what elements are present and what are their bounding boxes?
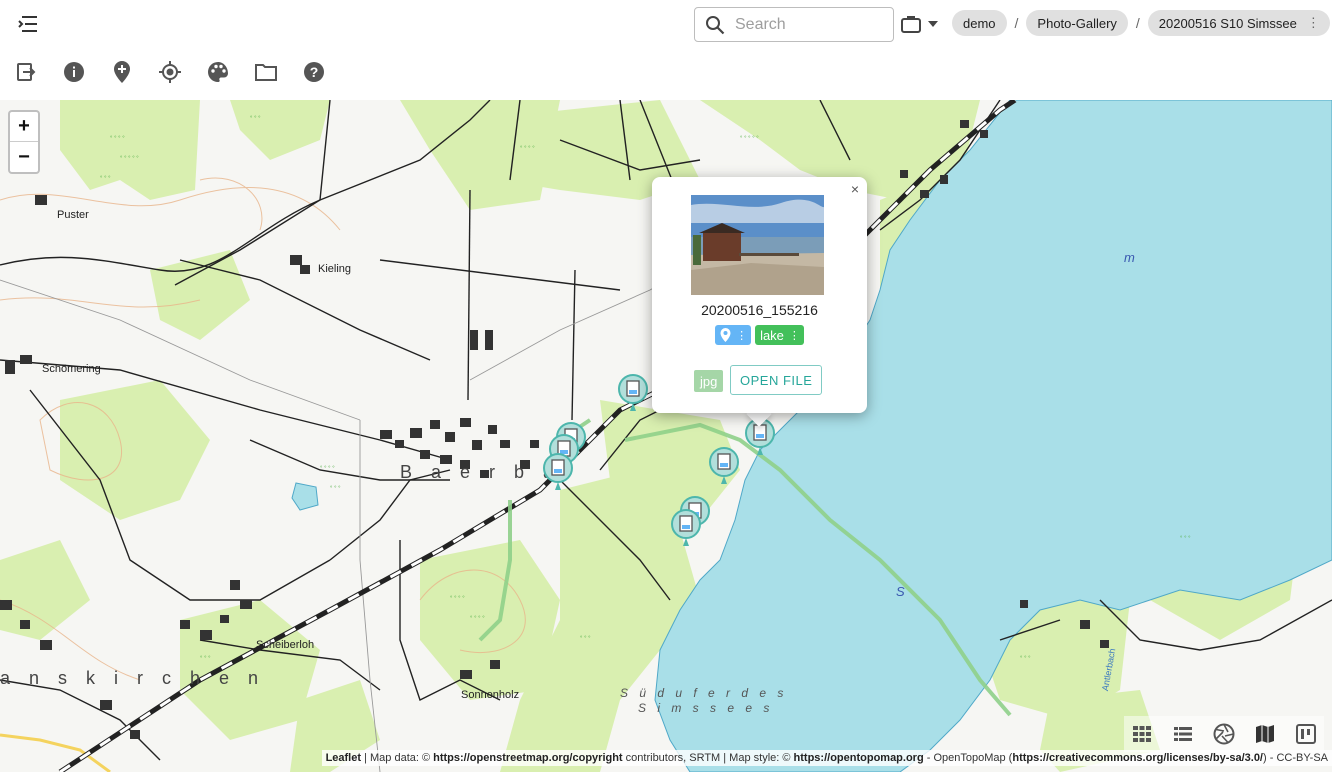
svg-text:° ° ° °: ° ° ° °	[520, 146, 535, 152]
svg-text:?: ?	[310, 64, 319, 80]
breadcrumb-current-label: 20200516 S10 Simssee	[1158, 15, 1297, 31]
breadcrumb-current[interactable]: 20200516 S10 Simssee ⋮	[1147, 10, 1330, 36]
photo-marker[interactable]	[671, 509, 701, 547]
place-label-kieling: Kieling	[318, 263, 352, 275]
svg-text:° ° ° °: ° ° ° °	[320, 466, 335, 472]
leaflet-link[interactable]: Leaflet	[326, 752, 361, 764]
town-label-prien: a n s k i r c h e n	[0, 668, 266, 688]
top-bar: demo / Photo-Gallery / 20200516 S10 Sims…	[0, 0, 1332, 100]
more-vert-icon[interactable]: ⋮	[1307, 15, 1320, 31]
breadcrumb-separator: /	[1014, 15, 1019, 31]
place-label-sonnenholz: Sonnenholz	[461, 689, 520, 701]
view-switcher	[1124, 716, 1324, 752]
file-extension-badge: jpg	[694, 370, 724, 392]
zoom-in-button[interactable]: +	[10, 112, 38, 142]
caret-down-icon	[928, 21, 938, 27]
area-label-south-shore: S ü d u f e r d e s	[620, 686, 788, 700]
search-box[interactable]	[694, 7, 894, 42]
list-view-icon[interactable]	[1171, 722, 1195, 746]
place-label-schomering: Schömering	[42, 363, 101, 375]
svg-text:° ° °: ° ° °	[250, 116, 261, 122]
breadcrumb-photo-gallery[interactable]: Photo-Gallery	[1026, 10, 1128, 36]
map-view-icon[interactable]	[1253, 722, 1277, 746]
location-pin-icon	[720, 328, 731, 342]
osm-link[interactable]: https://openstreetmap.org/copyright	[433, 752, 622, 764]
map-attribution: Leaflet | Map data: © https://openstreet…	[321, 750, 1332, 766]
camera-aperture-icon[interactable]	[1212, 722, 1236, 746]
open-file-button[interactable]: OPEN FILE	[730, 365, 823, 395]
svg-text:° ° ° °: ° ° ° °	[450, 596, 465, 602]
svg-text:° ° °: ° ° °	[1180, 536, 1191, 542]
opentopomap-link[interactable]: https://opentopomap.org	[794, 752, 924, 764]
photo-thumbnail[interactable]	[691, 195, 824, 295]
my-location-icon[interactable]	[158, 60, 182, 84]
workspace-selector[interactable]	[900, 12, 938, 36]
photo-marker[interactable]	[709, 447, 739, 485]
lake-label-m: m	[1124, 250, 1135, 265]
attribution-text: - OpenTopoMap (	[923, 752, 1013, 764]
add-location-icon[interactable]	[110, 60, 134, 84]
briefcase-icon	[901, 16, 921, 33]
svg-text:° ° ° °: ° ° ° °	[110, 136, 125, 142]
menu-collapse-icon[interactable]	[14, 10, 42, 38]
breadcrumb: demo / Photo-Gallery / 20200516 S10 Sims…	[952, 10, 1330, 36]
photo-marker[interactable]	[618, 374, 648, 412]
palette-icon[interactable]	[206, 60, 230, 84]
tag-more-icon[interactable]: ⋮	[789, 329, 800, 342]
toolbar: ?	[14, 60, 350, 84]
place-label-scheiberloh: Scheiberloh	[256, 639, 315, 651]
tag-list: ⋮ lake ⋮	[652, 325, 867, 345]
attribution-text: ) - CC-BY-SA	[1263, 752, 1328, 764]
help-icon[interactable]: ?	[302, 60, 326, 84]
town-label-bernau: B a e r b a	[400, 462, 561, 482]
svg-text:° ° °: ° ° °	[330, 486, 341, 492]
popup-close-button[interactable]: ×	[851, 181, 859, 197]
exit-icon[interactable]	[14, 60, 38, 84]
zoom-out-button[interactable]: −	[10, 142, 38, 172]
svg-text:° ° °: ° ° °	[1020, 656, 1031, 662]
search-input[interactable]	[735, 15, 875, 34]
attribution-text: contributors, SRTM | Map style: ©	[622, 752, 794, 764]
search-icon	[706, 15, 725, 34]
license-link[interactable]: https://creativecommons.org/licenses/by-…	[1012, 752, 1263, 764]
geo-tag[interactable]: ⋮	[715, 325, 752, 345]
place-label-puster: Puster	[57, 209, 89, 221]
photo-title: 20200516_155216	[701, 302, 818, 318]
photo-marker[interactable]	[543, 453, 573, 491]
folder-icon[interactable]	[254, 60, 278, 84]
grid-view-icon[interactable]	[1130, 722, 1154, 746]
tag-more-icon[interactable]: ⋮	[736, 329, 747, 342]
svg-text:° ° °: ° ° °	[200, 656, 211, 662]
svg-text:° ° ° ° °: ° ° ° ° °	[740, 136, 759, 142]
board-view-icon[interactable]	[1294, 722, 1318, 746]
lake-label-s: S	[896, 584, 905, 599]
lake-tag[interactable]: lake ⋮	[755, 325, 804, 345]
svg-text:° ° °: ° ° °	[100, 176, 111, 182]
svg-text:° ° °: ° ° °	[580, 636, 591, 642]
area-label-simssee: S i m s s e e s	[638, 701, 774, 715]
svg-text:° ° ° °: ° ° ° °	[470, 616, 485, 622]
breadcrumb-separator: /	[1135, 15, 1140, 31]
info-icon[interactable]	[62, 60, 86, 84]
zoom-control: + −	[8, 110, 40, 174]
lake-tag-label: lake	[760, 327, 784, 343]
attribution-text: | Map data: ©	[361, 752, 434, 764]
breadcrumb-demo[interactable]: demo	[952, 10, 1007, 36]
svg-text:° ° ° ° °: ° ° ° ° °	[120, 156, 139, 162]
photo-popup: × 20200516_155216 ⋮ lake ⋮ jpg OPEN FILE	[652, 177, 867, 413]
